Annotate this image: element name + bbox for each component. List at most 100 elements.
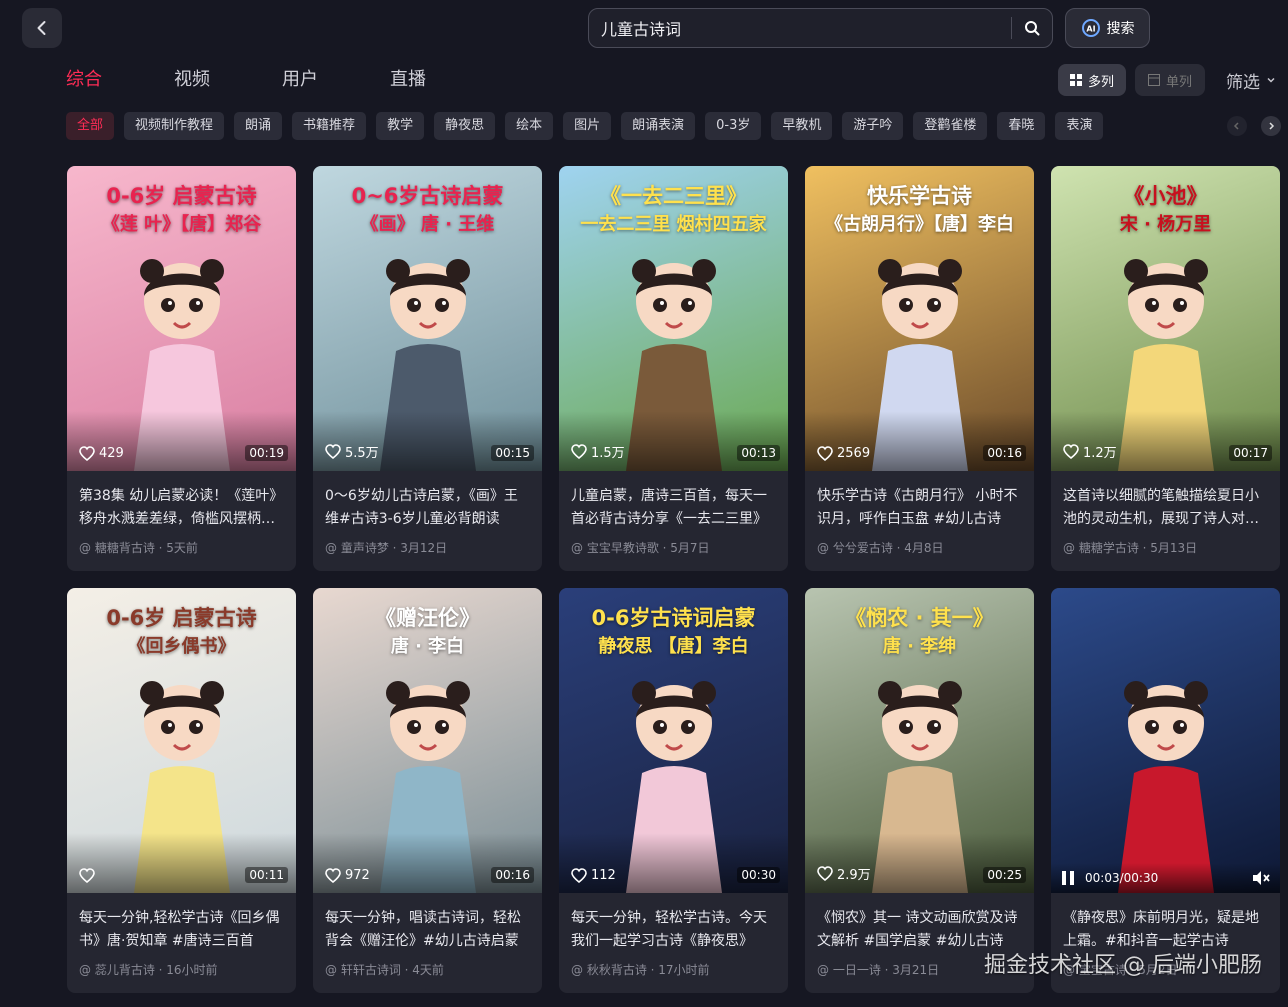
video-thumbnail[interactable]: 0-6岁 启蒙古诗 《回乡偶书》 00:11 — [67, 588, 296, 893]
svg-text:AI: AI — [1086, 25, 1095, 34]
video-duration: 00:17 — [1229, 445, 1272, 461]
thumbnail-subtitle: 唐 · 李白 — [390, 636, 465, 657]
multi-column-button[interactable]: 多列 — [1058, 64, 1126, 96]
like-count-text: 1.2万 — [1083, 446, 1117, 461]
keyword-chip[interactable]: 图片 — [563, 112, 612, 140]
ai-search-button[interactable]: AI 搜索 — [1065, 8, 1150, 48]
video-duration: 00:19 — [245, 445, 288, 461]
video-author-meta[interactable]: @ 轩轩古诗词 · 4天前 — [313, 954, 542, 978]
keyword-chip[interactable]: 教学 — [376, 112, 425, 140]
video-thumbnail[interactable]: 0-6岁古诗词启蒙 静夜思 【唐】李白 112 00:30 — [559, 588, 788, 893]
video-description[interactable]: 每天一分钟，唱读古诗词，轻松背会《赠汪伦》#幼儿古诗启蒙 — [313, 893, 542, 954]
video-author-meta[interactable]: @ 糖糖背古诗 · 5天前 — [67, 532, 296, 556]
thumbnail-subtitle: 《回乡偶书》 — [127, 636, 236, 657]
video-duration: 00:16 — [491, 867, 534, 883]
video-description[interactable]: 每天一分钟，轻松学古诗。今天我们一起学习古诗《静夜思》 — [559, 893, 788, 954]
thumb-shade — [67, 411, 296, 471]
keyword-chip[interactable]: 全部 — [66, 112, 115, 140]
tab-3[interactable]: 直播 — [390, 66, 426, 94]
heart-icon — [325, 444, 341, 459]
keyword-chip[interactable]: 视频制作教程 — [124, 112, 225, 140]
keyword-chip[interactable]: 游子吟 — [842, 112, 904, 140]
keyword-chip[interactable]: 静夜思 — [434, 112, 496, 140]
video-duration: 00:13 — [737, 445, 780, 461]
keyword-chip[interactable]: 早教机 — [771, 112, 833, 140]
thumbnail-title: 0-6岁 启蒙古诗 — [106, 184, 257, 208]
video-author-meta[interactable]: @ 蕊儿背古诗 · 16小时前 — [67, 954, 296, 978]
keyword-chip[interactable]: 春晓 — [997, 112, 1046, 140]
keyword-chip[interactable]: 朗诵 — [234, 112, 283, 140]
keyword-chip[interactable]: 绘本 — [505, 112, 554, 140]
search-button[interactable] — [1012, 9, 1052, 47]
grid-icon — [1069, 74, 1082, 86]
like-count: 429 — [79, 446, 124, 461]
video-card[interactable]: 《小池》宋 · 杨万里 1.2万 00:17 这首诗以细腻的笔触描绘夏日小池的灵动生机… — [1051, 166, 1280, 571]
thumb-shade — [313, 833, 542, 893]
video-description[interactable]: 0～6岁幼儿古诗启蒙，《画》王维#古诗3-6岁儿童必背朗读 — [313, 471, 542, 532]
video-author-meta[interactable]: @ 糖糖学古诗 · 5月13日 — [1051, 532, 1280, 556]
heart-icon — [571, 444, 587, 459]
thumb-shade — [67, 833, 296, 893]
chevron-down-icon — [1267, 77, 1275, 83]
video-card[interactable]: 《一去二三里》 一去二三里 烟村四五家 1.5万 00:13 儿童启蒙，唐诗三百首，每天… — [559, 166, 788, 571]
keyword-chip[interactable]: 表演 — [1055, 112, 1104, 140]
video-thumbnail[interactable]: 《小池》宋 · 杨万里 1.2万 00:17 — [1051, 166, 1280, 471]
video-card[interactable]: 0-6岁古诗词启蒙 静夜思 【唐】李白 112 00:30 每天一分钟，轻松学古诗。今天… — [559, 588, 788, 993]
filter-button[interactable]: 筛选 — [1226, 66, 1276, 94]
video-thumbnail[interactable]: 0~6岁古诗启蒙 《画》 唐 · 王维 5.5万 00:15 — [313, 166, 542, 471]
tab-1[interactable]: 视频 — [174, 66, 210, 94]
keyword-chip[interactable]: 书籍推荐 — [292, 112, 367, 140]
video-thumbnail[interactable]: 《赠汪伦》唐 · 李白 972 00:16 — [313, 588, 542, 893]
video-description[interactable]: 这首诗以细腻的笔触描绘夏日小池的灵动生机，展现了诗人对自然的热爱 — [1051, 471, 1280, 532]
video-card[interactable]: 0-6岁 启蒙古诗 《回乡偶书》 00:11 每天一分钟,轻松学古诗《回乡偶书》唐·贺… — [67, 588, 296, 993]
video-author-meta[interactable]: @ 兮兮爱古诗 · 4月8日 — [805, 532, 1034, 556]
ai-icon: AI — [1081, 19, 1100, 37]
video-description[interactable]: 《悯农》其一 诗文动画欣赏及诗文解析 #国学启蒙 #幼儿古诗 — [805, 893, 1034, 954]
single-column-label: 单列 — [1165, 74, 1192, 90]
video-description[interactable]: 第38集 幼儿启蒙必读！《莲叶》移舟水溅差差绿，倚槛风摆柄柄香 — [67, 471, 296, 532]
video-author-meta[interactable]: @ 宝宝早教诗歌 · 5月7日 — [559, 532, 788, 556]
thumb-shade — [313, 411, 542, 471]
like-count: 2569 — [817, 446, 870, 461]
like-count: 2.9万 — [817, 864, 871, 883]
video-thumbnail[interactable]: 快乐学古诗 《古朗月行》【唐】李白 2569 00:16 — [805, 166, 1034, 471]
keyword-chip[interactable]: 朗诵表演 — [621, 112, 696, 140]
like-count-text: 2569 — [837, 446, 871, 461]
thumbnail-title: 0-6岁古诗词启蒙 — [591, 606, 756, 630]
tab-2[interactable]: 用户 — [282, 66, 318, 94]
keyword-chip[interactable]: 0-3岁 — [705, 112, 762, 140]
mute-icon[interactable] — [1252, 870, 1270, 886]
watermark: 掘金技术社区 @ 后端小肥肠 — [984, 953, 1262, 978]
back-button[interactable] — [22, 8, 62, 48]
chevron-left-icon — [37, 21, 46, 35]
video-thumbnail[interactable]: 00:03/00:30 — [1051, 588, 1280, 893]
keyword-chip[interactable]: 登鹳雀楼 — [913, 112, 988, 140]
pause-icon[interactable] — [1061, 870, 1075, 886]
video-thumbnail[interactable]: 《悯农 · 其一》唐 · 李绅 2.9万 00:25 — [805, 588, 1034, 893]
tab-0[interactable]: 综合 — [66, 66, 102, 94]
thumbnail-title: 《赠汪伦》 — [375, 606, 480, 630]
video-author-meta[interactable]: @ 秋秋背古诗 · 17小时前 — [559, 954, 788, 978]
single-column-button[interactable]: 单列 — [1135, 64, 1205, 96]
video-description[interactable]: 每天一分钟,轻松学古诗《回乡偶书》唐·贺知章 #唐诗三百首 — [67, 893, 296, 954]
video-description[interactable]: 《静夜思》床前明月光，疑是地上霜。#和抖音一起学古诗 — [1051, 893, 1280, 954]
thumbnail-subtitle: 静夜思 【唐】李白 — [598, 636, 749, 657]
heart-icon — [79, 446, 95, 461]
video-thumbnail[interactable]: 《一去二三里》 一去二三里 烟村四五家 1.5万 00:13 — [559, 166, 788, 471]
video-card[interactable]: 《赠汪伦》唐 · 李白 972 00:16 每天一分钟，唱读古诗词，轻松背会《赠汪伦》… — [313, 588, 542, 993]
video-card[interactable]: 00:03/00:30 《静夜思》床前明月光，疑是地上霜。#和抖音一起学古诗 @ 宝… — [1051, 588, 1280, 993]
video-thumbnail[interactable]: 0-6岁 启蒙古诗 《莲 叶》【唐】郑谷 429 00:19 — [67, 166, 296, 471]
result-tabs: 综合 视频 用户 直播 — [66, 66, 498, 94]
like-count — [79, 868, 99, 883]
video-card[interactable]: 《悯农 · 其一》唐 · 李绅 2.9万 00:25 《悯农》其一 诗文动画欣赏及诗文… — [805, 588, 1034, 993]
video-card[interactable]: 快乐学古诗 《古朗月行》【唐】李白 2569 00:16 快乐学古诗《古朗月行》 小时不… — [805, 166, 1034, 571]
video-description[interactable]: 儿童启蒙，唐诗三百首，每天一首必背古诗分享《一去二三里》 — [559, 471, 788, 532]
video-card[interactable]: 0~6岁古诗启蒙 《画》 唐 · 王维 5.5万 00:15 0～6岁幼儿古诗启蒙，《画… — [313, 166, 542, 571]
video-card[interactable]: 0-6岁 启蒙古诗 《莲 叶》【唐】郑谷 429 00:19 第38集 幼儿启蒙必读！《… — [67, 166, 296, 571]
search-input[interactable] — [589, 9, 1011, 47]
video-description[interactable]: 快乐学古诗《古朗月行》 小时不识月，呼作白玉盘 #幼儿古诗 — [805, 471, 1034, 532]
video-author-meta[interactable]: @ 童声诗梦 · 3月12日 — [313, 532, 542, 556]
like-count-text: 972 — [345, 868, 370, 883]
chips-scroll-left-button[interactable] — [1227, 116, 1247, 136]
chips-scroll-right-button[interactable] — [1261, 116, 1281, 136]
